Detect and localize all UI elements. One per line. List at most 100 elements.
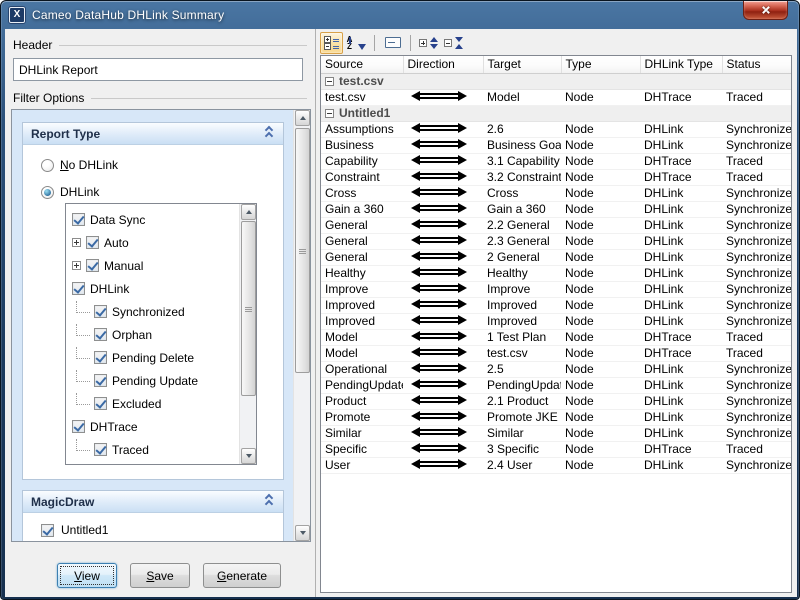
cell-target: 2.2 General (483, 217, 561, 233)
column-header-source[interactable]: Source (321, 56, 403, 73)
cell-type: Node (561, 409, 640, 425)
tree-item-data-sync[interactable]: Data Sync (66, 208, 239, 231)
tree-item-auto[interactable]: Auto (66, 231, 239, 254)
table-row[interactable]: PendingUpdatePendingUpdateNodeDHLinkSync… (321, 377, 792, 393)
table-row[interactable]: Assumptions2.6NodeDHLinkSynchronized (321, 121, 792, 137)
column-header-status[interactable]: Status (722, 56, 792, 73)
table-row[interactable]: Constraint3.2 ConstraintNodeDHTraceTrace… (321, 169, 792, 185)
checkbox-icon[interactable] (72, 213, 85, 226)
magicdraw-item-label: Untitled1 (61, 523, 108, 537)
column-header-target[interactable]: Target (483, 56, 561, 73)
column-header-dhlink-type[interactable]: DHLink Type (640, 56, 722, 73)
chevron-double-up-icon[interactable] (263, 128, 275, 140)
tree-item-orphan[interactable]: Orphan (66, 323, 239, 346)
cell-target: Model (483, 89, 561, 105)
collapse-minus-icon[interactable] (325, 77, 334, 86)
group-row-untitled1[interactable]: Untitled1 (321, 105, 792, 121)
table-row[interactable]: Model1 Test PlanNodeDHTraceTraced (321, 329, 792, 345)
tree-item-traced[interactable]: Traced (66, 438, 239, 461)
checkbox-icon[interactable] (72, 282, 85, 295)
table-row[interactable]: Product2.1 ProductNodeDHLinkSynchronized (321, 393, 792, 409)
magicdraw-section-header[interactable]: MagicDraw (23, 491, 283, 513)
checkbox-icon[interactable] (94, 374, 107, 387)
table-row[interactable]: ImprovedImprovedNodeDHLinkSynchronized (321, 313, 792, 329)
tree-item-manual[interactable]: Manual (66, 254, 239, 277)
tree-item-excluded[interactable]: Excluded (66, 392, 239, 415)
table-row[interactable]: General2.2 GeneralNodeDHLinkSynchronized (321, 217, 792, 233)
tree-item-dhlink[interactable]: DHLink (66, 277, 239, 300)
show-details-button[interactable] (381, 32, 404, 54)
cell-dhlink-type: DHLink (640, 313, 722, 329)
column-header-direction[interactable]: Direction (403, 56, 483, 73)
tree-item-synchronized[interactable]: Synchronized (66, 300, 239, 323)
table-row[interactable]: CrossCrossNodeDHLinkSynchronized (321, 185, 792, 201)
table-header-row[interactable]: SourceDirectionTargetTypeDHLink TypeStat… (321, 56, 792, 73)
table-row[interactable]: Modeltest.csvNodeDHTraceTraced (321, 345, 792, 361)
radio-option-no-dhlink[interactable]: No DHLink (41, 157, 118, 173)
table-row[interactable]: Operational2.5NodeDHLinkSynchronized (321, 361, 792, 377)
checkbox-icon[interactable] (94, 328, 107, 341)
checkbox-icon[interactable] (41, 524, 54, 537)
cell-status: Traced (722, 169, 792, 185)
header-input[interactable] (13, 58, 303, 81)
table-row[interactable]: PromotePromote JKENodeDHLinkSynchronized (321, 409, 792, 425)
scroll-up-icon[interactable] (295, 110, 310, 126)
table-row[interactable]: General2 GeneralNodeDHLinkSynchronized (321, 249, 792, 265)
table-row[interactable]: Specific3 SpecificNodeDHTraceTraced (321, 441, 792, 457)
scroll-down-icon[interactable] (241, 448, 256, 464)
expand-all-icon (419, 37, 438, 49)
expander-plus-icon[interactable] (72, 238, 81, 247)
table-row[interactable]: Capability3.1 CapabilityNodeDHTraceTrace… (321, 153, 792, 169)
cell-direction (403, 217, 483, 233)
radio-option-dhlink[interactable]: DHLink (41, 184, 99, 200)
radio-icon[interactable] (41, 159, 54, 172)
cell-type: Node (561, 441, 640, 457)
filter-panel-scrollbar[interactable] (293, 110, 310, 541)
collapse-all-button[interactable] (442, 32, 465, 54)
tree-item-pending-update[interactable]: Pending Update (66, 369, 239, 392)
sort-alphabetical-button[interactable]: AZ (345, 32, 368, 54)
table-row[interactable]: Gain a 360Gain a 360NodeDHLinkSynchroniz… (321, 201, 792, 217)
cell-dhlink-type: DHLink (640, 233, 722, 249)
view-button[interactable]: View (57, 563, 117, 588)
checkbox-icon[interactable] (94, 305, 107, 318)
checkbox-icon[interactable] (72, 420, 85, 433)
column-header-type[interactable]: Type (561, 56, 640, 73)
table-row[interactable]: User2.4 UserNodeDHLinkSynchronized (321, 457, 792, 473)
table-row[interactable]: test.csvModelNodeDHTraceTraced (321, 89, 792, 105)
table-row[interactable]: General2.3 GeneralNodeDHLinkSynchronized (321, 233, 792, 249)
generate-button[interactable]: Generate (203, 563, 281, 588)
table-row[interactable]: SimilarSimilarNodeDHLinkSynchronized (321, 425, 792, 441)
title-bar[interactable]: X Cameo DataHub DHLink Summary (1, 1, 799, 29)
report-type-section-header[interactable]: Report Type (23, 123, 283, 145)
cell-direction (403, 201, 483, 217)
expand-all-button[interactable] (417, 32, 440, 54)
save-button[interactable]: Save (130, 563, 190, 588)
group-row-test.csv[interactable]: test.csv (321, 73, 792, 89)
scroll-down-icon[interactable] (295, 525, 310, 541)
close-button[interactable] (743, 1, 788, 20)
chevron-double-up-icon[interactable] (263, 496, 275, 508)
expander-plus-icon[interactable] (72, 261, 81, 270)
filter-scrollbar-thumb[interactable] (295, 128, 310, 373)
cell-dhlink-type: DHTrace (640, 153, 722, 169)
table-row[interactable]: HealthyHealthyNodeDHLinkSynchronized (321, 265, 792, 281)
tree-item-dhtrace[interactable]: DHTrace (66, 415, 239, 438)
scroll-up-icon[interactable] (241, 204, 256, 220)
double-horizontal-arrow-icon (411, 331, 467, 341)
tree-scrollbar-thumb[interactable] (241, 221, 256, 396)
tree-item-pending-delete[interactable]: Pending Delete (66, 346, 239, 369)
tree-view-button[interactable] (320, 32, 343, 54)
checkbox-icon[interactable] (86, 259, 99, 272)
checkbox-icon[interactable] (94, 397, 107, 410)
cell-direction (403, 313, 483, 329)
collapse-minus-icon[interactable] (325, 109, 334, 118)
table-row[interactable]: BusinessBusiness GoalsNodeDHLinkSynchron… (321, 137, 792, 153)
tree-scrollbar[interactable] (239, 204, 256, 464)
checkbox-icon[interactable] (94, 351, 107, 364)
table-row[interactable]: ImproveImproveNodeDHLinkSynchronized (321, 281, 792, 297)
table-row[interactable]: ImprovedImprovedNodeDHLinkSynchronized (321, 297, 792, 313)
radio-icon[interactable] (41, 186, 54, 199)
checkbox-icon[interactable] (86, 236, 99, 249)
checkbox-icon[interactable] (94, 443, 107, 456)
